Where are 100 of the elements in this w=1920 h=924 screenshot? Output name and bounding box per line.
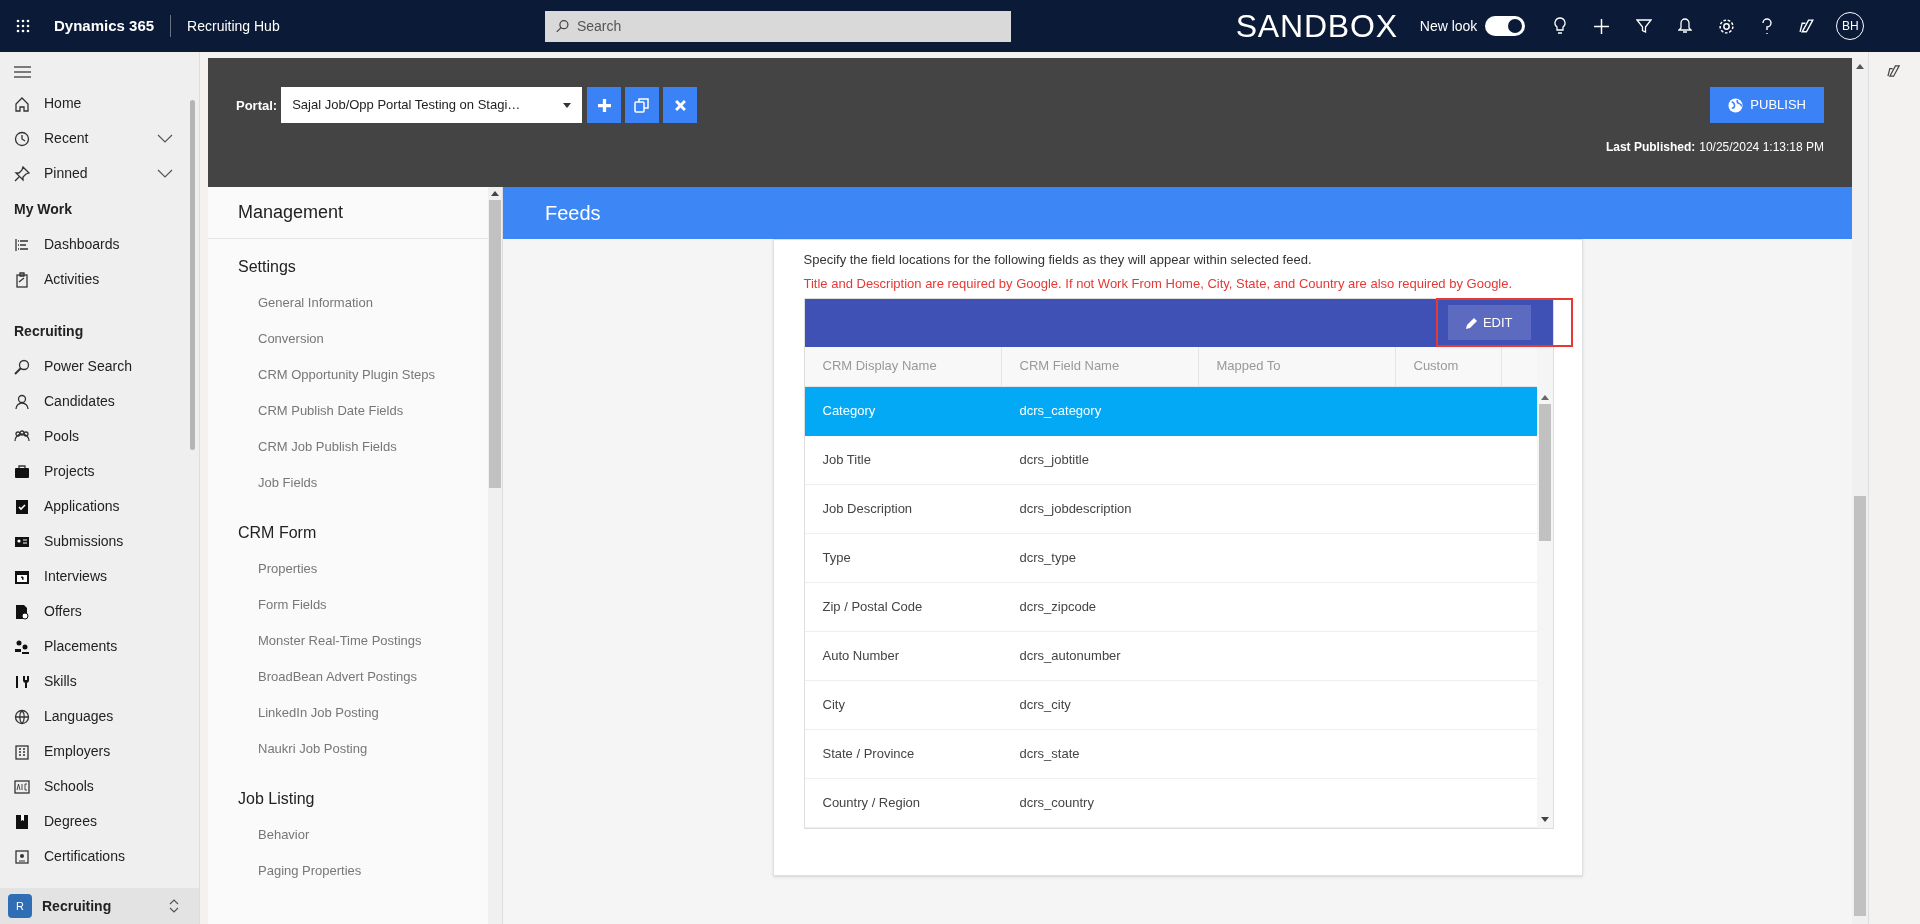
scrollbar-thumb[interactable] <box>489 200 501 488</box>
new-look-label: New look <box>1419 16 1478 36</box>
search-field[interactable]: Search <box>544 10 1011 42</box>
settings-icon[interactable] <box>1718 17 1736 35</box>
table-cell-text: dcrs_category <box>1018 401 1103 420</box>
nav-section-heading: My Work <box>13 199 74 219</box>
nav-scrollbar[interactable] <box>190 100 195 450</box>
scrollbar-thumb[interactable] <box>1538 403 1551 541</box>
warning-text: Title and Description are required by Google. If not Work From Home, City, State, and Country are also required by Google. <box>803 275 1514 291</box>
plus-icon <box>597 98 611 112</box>
nav-item[interactable]: Employers <box>0 734 199 769</box>
globe-icon <box>1728 97 1744 113</box>
portal-label: Portal: <box>236 97 278 115</box>
nav-item[interactable]: Certifications <box>0 839 199 874</box>
panel-title: Management <box>238 201 344 224</box>
bell-icon[interactable] <box>1678 18 1693 34</box>
nav-item[interactable]: Home <box>0 86 199 121</box>
panel-link[interactable]: CRM Opportunity Plugin Steps <box>238 357 458 393</box>
plus-icon[interactable] <box>1593 17 1611 35</box>
add-portal-button[interactable] <box>587 87 622 123</box>
nav-item[interactable]: Dashboards <box>0 227 199 262</box>
panel-link[interactable]: Job Fields <box>238 465 458 501</box>
nav-item[interactable]: Degrees <box>0 804 199 839</box>
table-cell-text: Country / Region <box>821 793 922 812</box>
nav-item[interactable]: Submissions <box>0 524 199 559</box>
search-input[interactable]: Search <box>576 15 1001 37</box>
panel-link[interactable]: CRM Publish Date Fields <box>238 393 458 429</box>
panel-link[interactable]: LinkedIn Job Posting <box>238 695 458 731</box>
app-name[interactable]: Dynamics 365 <box>54 14 155 38</box>
copy-portal-button[interactable] <box>625 87 660 123</box>
nav-item[interactable]: Schools <box>0 769 199 804</box>
nav-item[interactable]: Recent <box>0 121 199 156</box>
filter-icon[interactable] <box>1636 18 1653 34</box>
table-cell-text: dcrs_jobdescription <box>1018 499 1133 518</box>
dropdown-caret-icon <box>563 102 572 108</box>
table-cell-text: Category <box>821 401 877 420</box>
panel-link[interactable]: Paging Properties <box>238 853 458 889</box>
search-icon <box>14 358 30 375</box>
panel-link[interactable]: Properties <box>238 551 458 587</box>
table-cell-text: Zip / Postal Code <box>821 597 924 616</box>
clock-icon <box>14 130 30 147</box>
nav-item[interactable]: Projects <box>0 454 199 489</box>
area-name[interactable]: Recruiting Hub <box>187 15 280 37</box>
search-icon <box>554 18 569 34</box>
environment-label: SANDBOX <box>1235 7 1398 46</box>
panel-link[interactable]: Monster Real-Time Postings <box>238 623 458 659</box>
document-icon <box>14 603 30 620</box>
pencil-icon <box>1465 316 1478 329</box>
instructions-text: Specify the field locations for the following fields as they will appear within selected feed. <box>803 251 1313 269</box>
panel-scrollbar[interactable] <box>488 187 502 924</box>
lightbulb-icon[interactable] <box>1553 17 1568 35</box>
edit-button[interactable]: EDIT <box>1447 305 1531 340</box>
help-icon[interactable] <box>1761 17 1774 35</box>
scroll-up-arrow-icon <box>1856 64 1864 69</box>
table-cell-text: dcrs_state <box>1018 744 1081 763</box>
nav-item[interactable]: Activities <box>0 262 199 297</box>
nav-item[interactable]: Languages <box>0 699 199 734</box>
nav-item[interactable]: Applications <box>0 489 199 524</box>
copy-icon <box>634 97 651 113</box>
publish-button[interactable]: PUBLISH <box>1710 87 1824 123</box>
table-cell-text: dcrs_zipcode <box>1018 597 1098 616</box>
table-cell-text: Type <box>821 548 852 567</box>
scrollbar-thumb[interactable] <box>1854 496 1866 916</box>
panel-link[interactable]: Behavior <box>238 817 458 853</box>
dashboard-icon <box>14 236 30 253</box>
abc-icon <box>14 778 30 795</box>
section-title: Feeds <box>545 201 601 226</box>
nav-item[interactable]: Offers <box>0 594 199 629</box>
chevron-down-icon <box>157 169 173 178</box>
checkbox-icon <box>14 498 30 515</box>
clipboard-icon <box>14 271 30 288</box>
app-launcher-icon[interactable] <box>16 19 30 33</box>
scroll-down-arrow-icon <box>1540 816 1549 822</box>
table-cell-text: Job Title <box>821 450 872 469</box>
nav-item[interactable]: Pinned <box>0 156 199 191</box>
panel-link[interactable]: BroadBean Advert Postings <box>238 659 458 695</box>
area-badge: R <box>8 894 32 918</box>
nav-item[interactable]: Skills <box>0 664 199 699</box>
panel-link[interactable]: CRM Job Publish Fields <box>238 429 458 465</box>
portal-select[interactable]: Sajal Job/Opp Portal Testing on Stagi… <box>281 87 583 123</box>
nav-item[interactable]: Placements <box>0 629 199 664</box>
area-switcher[interactable]: R Recruiting <box>0 888 199 924</box>
new-look-toggle[interactable] <box>1485 16 1526 36</box>
people-icon <box>14 638 30 655</box>
panel-link[interactable]: Conversion <box>238 321 458 357</box>
nav-section-heading: Recruiting <box>13 321 85 341</box>
globe-icon <box>14 708 30 725</box>
panel-link[interactable]: General Information <box>238 285 458 321</box>
panel-link[interactable]: Form Fields <box>238 587 458 623</box>
last-published-value: 10/25/2024 1:13:18 PM <box>1699 139 1824 156</box>
nav-item[interactable]: Pools <box>0 419 199 454</box>
delete-portal-button[interactable] <box>663 87 698 123</box>
nav-item[interactable]: Power Search <box>0 349 199 384</box>
menu-icon[interactable] <box>14 66 31 78</box>
nav-item[interactable]: Candidates <box>0 384 199 419</box>
table-cell-text: dcrs_type <box>1018 548 1077 567</box>
panel-link[interactable]: Naukri Job Posting <box>238 731 458 767</box>
up-down-chevron-icon <box>169 899 179 913</box>
nav-item[interactable]: Interviews <box>0 559 199 594</box>
building-icon <box>14 743 30 760</box>
